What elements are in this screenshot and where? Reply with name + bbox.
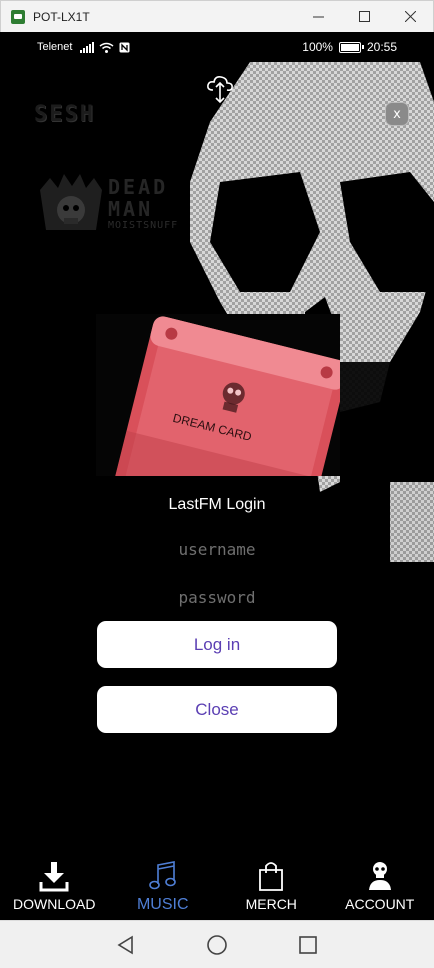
shopping-bag-icon [259, 862, 284, 891]
nav-download[interactable]: DOWNLOAD [0, 856, 109, 920]
nav-merch-label: MERCH [245, 896, 297, 912]
minimize-icon [312, 16, 324, 18]
deadman-line2: MAN [108, 197, 154, 221]
signal-icon [80, 41, 95, 53]
close-button[interactable]: Close [97, 686, 337, 733]
maximize-icon [358, 11, 370, 22]
battery-icon [338, 41, 364, 53]
status-bar: Telenet 100% 20:55 [0, 32, 434, 62]
window-title: POT-LX1T [33, 9, 90, 24]
download-icon [39, 862, 69, 892]
password-input[interactable] [97, 582, 337, 612]
app-window: POT-LX1T Telenet 100% 20:55 SESH DEAD MA… [0, 0, 434, 968]
status-icons [80, 41, 130, 53]
dismiss-button[interactable]: x [385, 102, 409, 126]
app-icon [11, 9, 25, 24]
home-icon[interactable] [206, 934, 228, 956]
battery-level [340, 43, 359, 51]
minimize-button[interactable] [295, 1, 341, 33]
skull-background-art [190, 62, 434, 562]
skull-account-icon [368, 862, 391, 890]
deadman-logo: DEAD MAN MOISTSNUFF [36, 170, 186, 240]
username-input[interactable] [97, 534, 337, 564]
deadman-subtitle: MOISTSNUFF [108, 220, 179, 231]
deadman-title: DEAD MAN [108, 176, 168, 220]
close-window-button[interactable] [387, 1, 433, 33]
nav-account[interactable]: ACCOUNT [326, 856, 434, 920]
nav-merch[interactable]: MERCH [217, 856, 326, 920]
cloud-sync-icon[interactable] [206, 74, 234, 104]
login-button[interactable]: Log in [97, 621, 337, 668]
wifi-icon [100, 42, 114, 53]
deadman-line1: DEAD [108, 175, 169, 199]
back-icon[interactable] [116, 935, 136, 955]
battery-percent: 100% [302, 40, 333, 54]
app-content: SESH DEAD MAN MOISTSNUFF x DREAM CARD La… [0, 62, 434, 920]
status-right: 100% 20:55 [302, 40, 397, 54]
sesh-logo: SESH [34, 102, 95, 127]
dialog-title: LastFM Login [168, 496, 266, 513]
nav-music[interactable]: MUSIC [109, 856, 218, 920]
maximize-button[interactable] [341, 1, 387, 33]
nfc-icon [119, 42, 130, 52]
headdress-skull-icon [40, 174, 102, 230]
close-icon [404, 11, 416, 22]
window-titlebar: POT-LX1T [0, 0, 434, 32]
carrier-name: Telenet [37, 41, 73, 53]
clock: 20:55 [366, 40, 397, 54]
bottom-nav: DOWNLOAD MUSIC MERCH ACCOUNT [0, 856, 434, 920]
music-note-icon [148, 861, 176, 890]
nav-download-label: DOWNLOAD [13, 896, 96, 912]
window-controls [295, 1, 433, 33]
recents-icon[interactable] [298, 935, 318, 955]
system-nav-bar [0, 920, 434, 968]
nav-account-label: ACCOUNT [345, 896, 415, 912]
nav-music-label: MUSIC [136, 896, 189, 913]
dream-card-image: DREAM CARD [96, 314, 340, 476]
